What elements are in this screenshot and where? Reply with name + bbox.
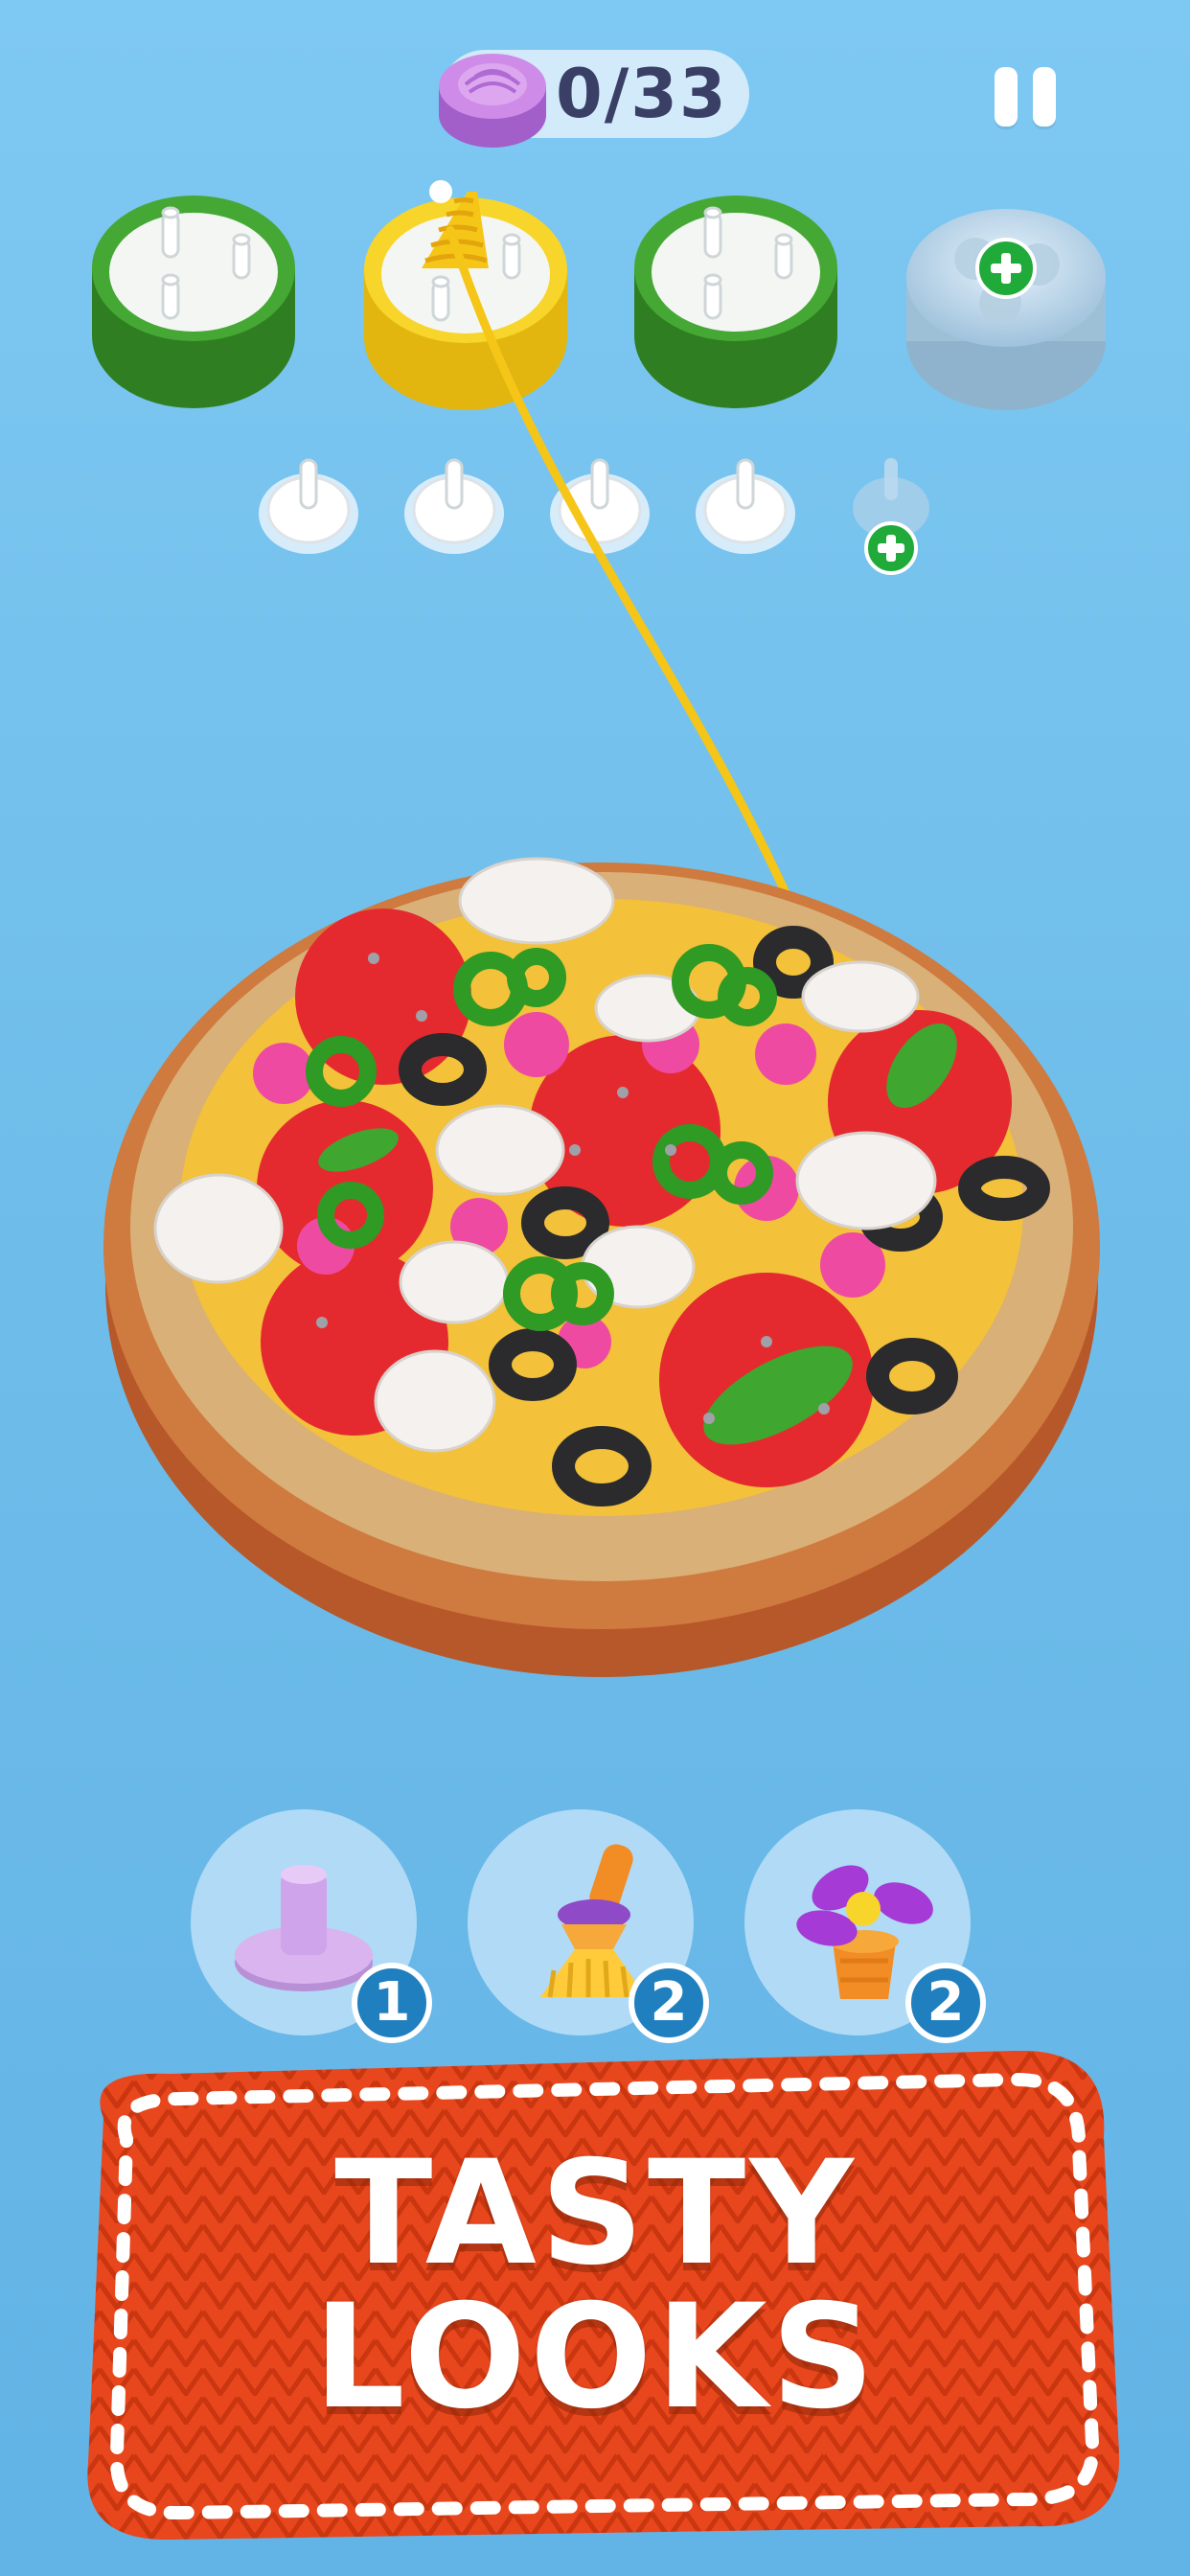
pause-button[interactable] xyxy=(987,61,1064,134)
powerup-peg-count: 1 xyxy=(352,1963,432,2043)
banner-line-2: LOOKS xyxy=(313,2274,879,2441)
pizza-puzzle xyxy=(103,225,1100,1677)
powerup-spinner[interactable]: 2 xyxy=(744,1809,986,2043)
powerup-peg[interactable]: 1 xyxy=(191,1809,432,2043)
progress-counter: 0/33 xyxy=(556,55,728,133)
yarn-thread xyxy=(446,225,808,936)
powerup-spinner-count: 2 xyxy=(905,1963,986,2043)
powerup-brush-count: 2 xyxy=(629,1963,709,2043)
yarn-ball-icon xyxy=(439,54,546,148)
banner-title: TASTY LOOKS xyxy=(65,2142,1127,2429)
peg-icon xyxy=(235,1865,373,1991)
banner-line-1: TASTY xyxy=(334,2130,858,2297)
powerup-brush[interactable]: 2 xyxy=(468,1809,709,2043)
